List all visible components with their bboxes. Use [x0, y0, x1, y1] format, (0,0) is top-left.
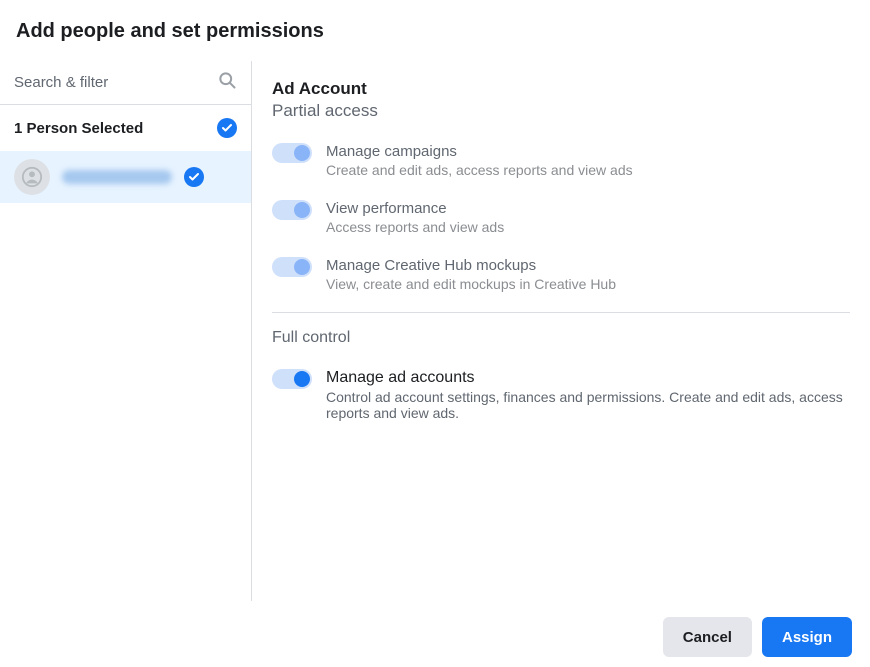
- perm-title: View performance: [326, 200, 504, 217]
- search-input[interactable]: [14, 74, 217, 91]
- toggle-performance[interactable]: [272, 200, 312, 220]
- check-circle-icon: [184, 167, 204, 187]
- perm-title: Manage campaigns: [326, 143, 633, 160]
- section-title: Ad Account: [272, 79, 850, 99]
- avatar-icon: [14, 159, 50, 195]
- full-control-label: Full control: [272, 329, 850, 347]
- cancel-button[interactable]: Cancel: [663, 617, 752, 657]
- search-icon[interactable]: [217, 70, 237, 95]
- person-row[interactable]: [0, 151, 251, 203]
- page-title: Add people and set permissions: [0, 0, 870, 61]
- check-circle-icon: [217, 118, 237, 138]
- perm-row-performance: View performance Access reports and view…: [272, 192, 850, 249]
- search-row: [0, 61, 251, 105]
- perm-desc: Access reports and view ads: [326, 219, 504, 235]
- toggle-creative[interactable]: [272, 257, 312, 277]
- perm-title: Manage ad accounts: [326, 369, 850, 387]
- perm-row-creative: Manage Creative Hub mockups View, create…: [272, 249, 850, 306]
- person-name-redacted: [62, 170, 172, 184]
- partial-access-label: Partial access: [272, 101, 850, 121]
- perm-row-campaigns: Manage campaigns Create and edit ads, ac…: [272, 135, 850, 192]
- divider: [272, 312, 850, 313]
- selected-count-label: 1 Person Selected: [14, 120, 143, 137]
- permissions-panel: Ad Account Partial access Manage campaig…: [252, 61, 870, 601]
- perm-title: Manage Creative Hub mockups: [326, 257, 616, 274]
- people-sidebar: 1 Person Selected: [0, 61, 252, 601]
- toggle-campaigns[interactable]: [272, 143, 312, 163]
- perm-row-manage-accounts: Manage ad accounts Control ad account se…: [272, 361, 850, 435]
- assign-button[interactable]: Assign: [762, 617, 852, 657]
- perm-desc: Create and edit ads, access reports and …: [326, 162, 633, 178]
- perm-desc: View, create and edit mockups in Creativ…: [326, 276, 616, 292]
- footer: Cancel Assign: [663, 617, 852, 657]
- perm-desc: Control ad account settings, finances an…: [326, 389, 850, 421]
- toggle-manage-accounts[interactable]: [272, 369, 312, 389]
- selected-count-row[interactable]: 1 Person Selected: [0, 105, 251, 151]
